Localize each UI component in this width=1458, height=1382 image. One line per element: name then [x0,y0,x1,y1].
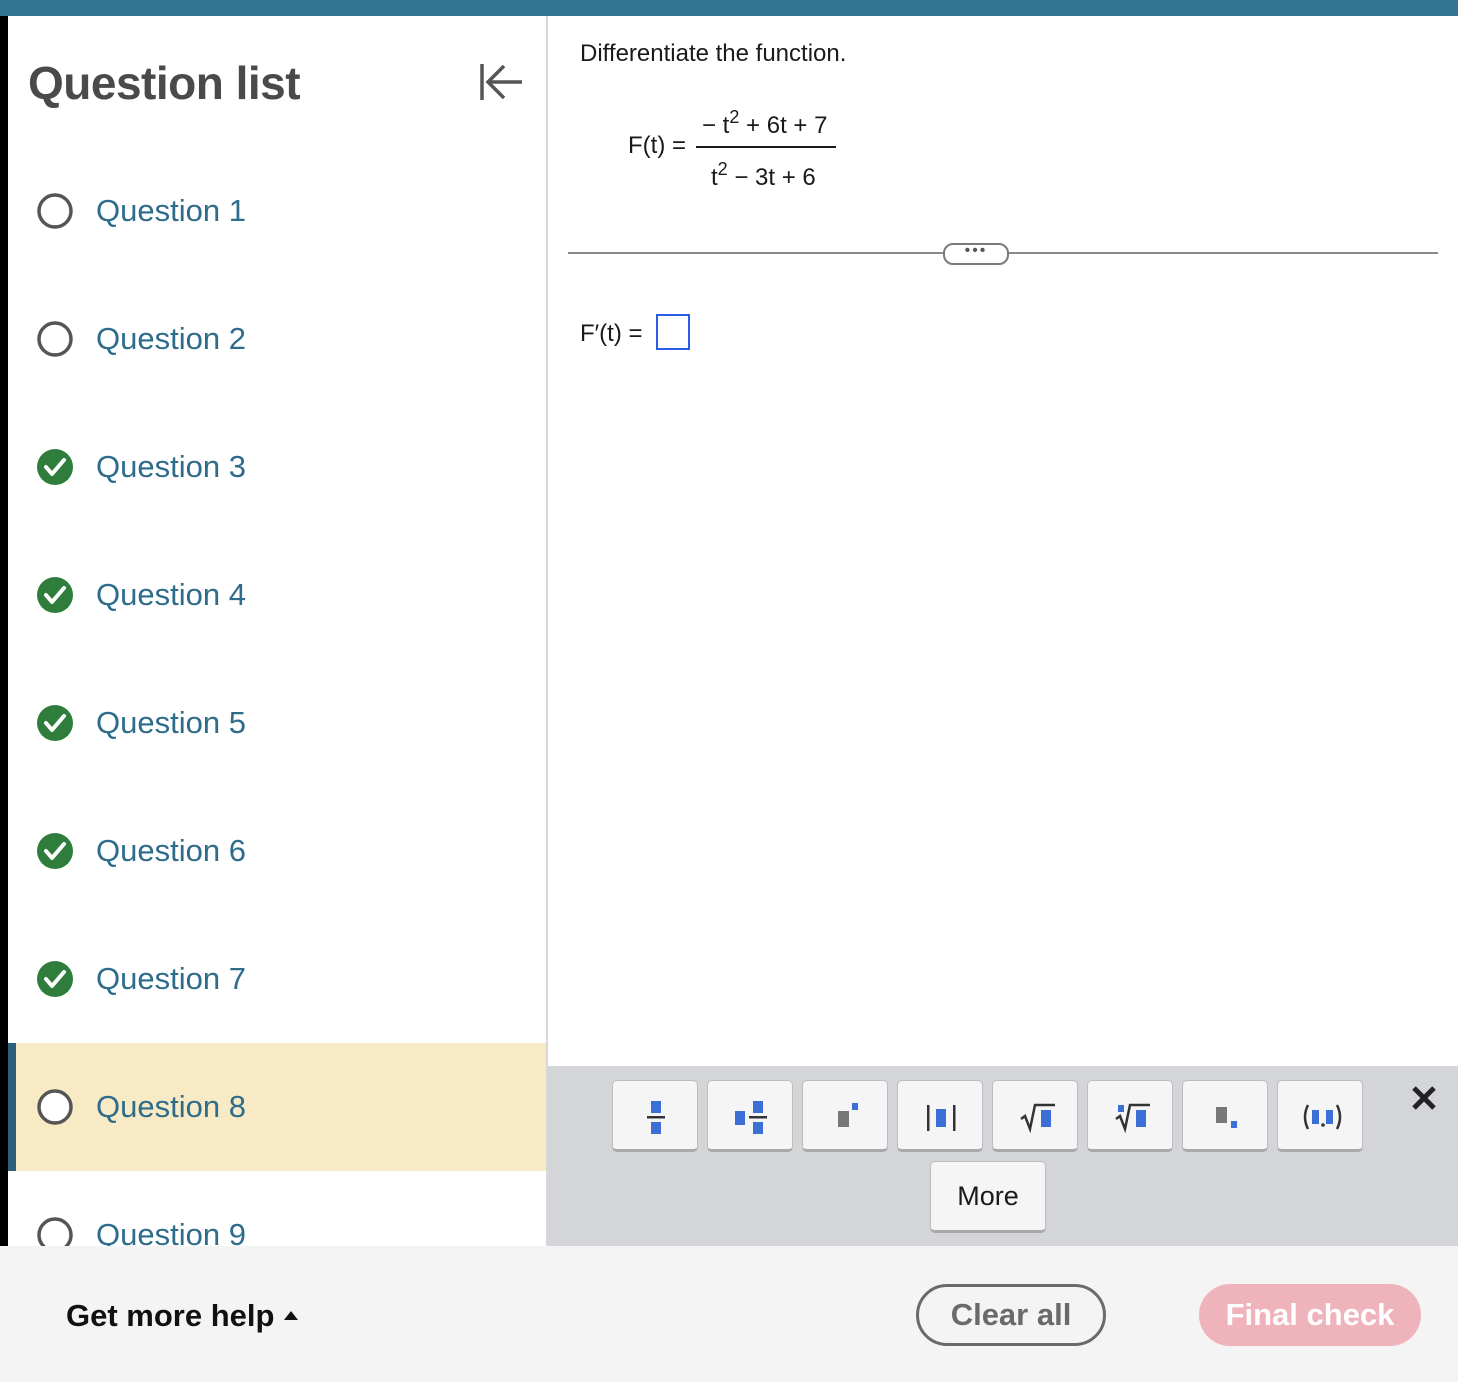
collapse-sidebar-button[interactable] [472,58,528,106]
more-templates-button[interactable]: More [930,1161,1046,1233]
collapse-left-icon [480,64,522,100]
nth-root-template-icon [1115,1103,1150,1134]
subscript-template-button[interactable] [1182,1080,1268,1152]
clear-all-button[interactable]: Clear all [916,1284,1106,1346]
exponent-template-icon [838,1103,858,1127]
question-item-1[interactable]: Question 1 [8,147,546,275]
fraction-bar [696,146,836,148]
ordered-pair-template-icon [1303,1104,1342,1130]
fraction-denominator: t2 − 3t + 6 [711,159,816,191]
question-list-sidebar: Question list Question 1 Question 2 Ques… [8,16,548,1246]
nth-root-template-button[interactable] [1087,1080,1173,1152]
question-list-title: Question list [28,57,301,109]
unanswered-circle-icon [36,1088,74,1126]
question-list: Question 1 Question 2 Question 3 Questio… [8,147,546,1246]
question-item-6[interactable]: Question 6 [8,787,546,915]
completed-check-icon [36,576,74,614]
question-item-5[interactable]: Question 5 [8,659,546,787]
left-edge [0,16,8,1246]
exponent-template-button[interactable] [802,1080,888,1152]
completed-check-icon [36,704,74,742]
question-item-4[interactable]: Question 4 [8,531,546,659]
completed-check-icon [36,960,74,998]
question-label: Question 6 [96,833,246,868]
question-item-9[interactable]: Question 9 [8,1171,546,1246]
footer-bar: Get more help Clear all Final check [0,1246,1458,1382]
mixed-number-template-icon [735,1101,767,1134]
get-more-help-button[interactable]: Get more help [66,1298,299,1334]
function-lhs: F(t) = [628,132,686,159]
absolute-value-template-button[interactable] [897,1080,983,1152]
unanswered-circle-icon [36,1216,74,1246]
completed-check-icon [36,832,74,870]
caret-up-icon [284,1311,299,1320]
final-check-button[interactable]: Final check [1199,1284,1421,1346]
unanswered-circle-icon [36,192,74,230]
answer-input[interactable] [656,314,690,350]
square-root-template-icon [1020,1103,1055,1134]
question-instruction: Differentiate the function. [580,40,847,67]
top-bar [0,0,1458,16]
unanswered-circle-icon [36,320,74,358]
question-label: Question 7 [96,961,246,996]
question-label: Question 9 [96,1217,246,1246]
mixed-number-template-button[interactable] [707,1080,793,1152]
fraction-template-button[interactable] [612,1080,698,1152]
question-label: Question 1 [96,193,246,228]
get-more-help-label: Get more help [66,1298,275,1333]
question-item-8[interactable]: Question 8 [8,1043,546,1171]
question-item-7[interactable]: Question 7 [8,915,546,1043]
math-toolbar: More [548,1066,1458,1246]
question-content: Differentiate the function. F(t) = − t2 … [548,16,1458,1066]
answer-lhs: F′(t) = [580,320,643,347]
square-root-template-button[interactable] [992,1080,1078,1152]
absolute-value-template-icon [927,1105,956,1131]
fraction-template-icon [647,1101,665,1134]
question-item-3[interactable]: Question 3 [8,403,546,531]
question-label: Question 8 [96,1089,246,1124]
close-icon [1412,1086,1436,1110]
subscript-template-icon [1216,1107,1237,1128]
expand-more-button[interactable]: ••• [943,243,1009,265]
ordered-pair-template-button[interactable] [1277,1080,1363,1152]
completed-check-icon [36,448,74,486]
fraction-numerator: − t2 + 6t + 7 [702,107,828,139]
question-item-2[interactable]: Question 2 [8,275,546,403]
question-label: Question 5 [96,705,246,740]
question-label: Question 2 [96,321,246,356]
close-toolbar-button[interactable] [1406,1080,1442,1116]
question-label: Question 4 [96,577,246,612]
question-label: Question 3 [96,449,246,484]
